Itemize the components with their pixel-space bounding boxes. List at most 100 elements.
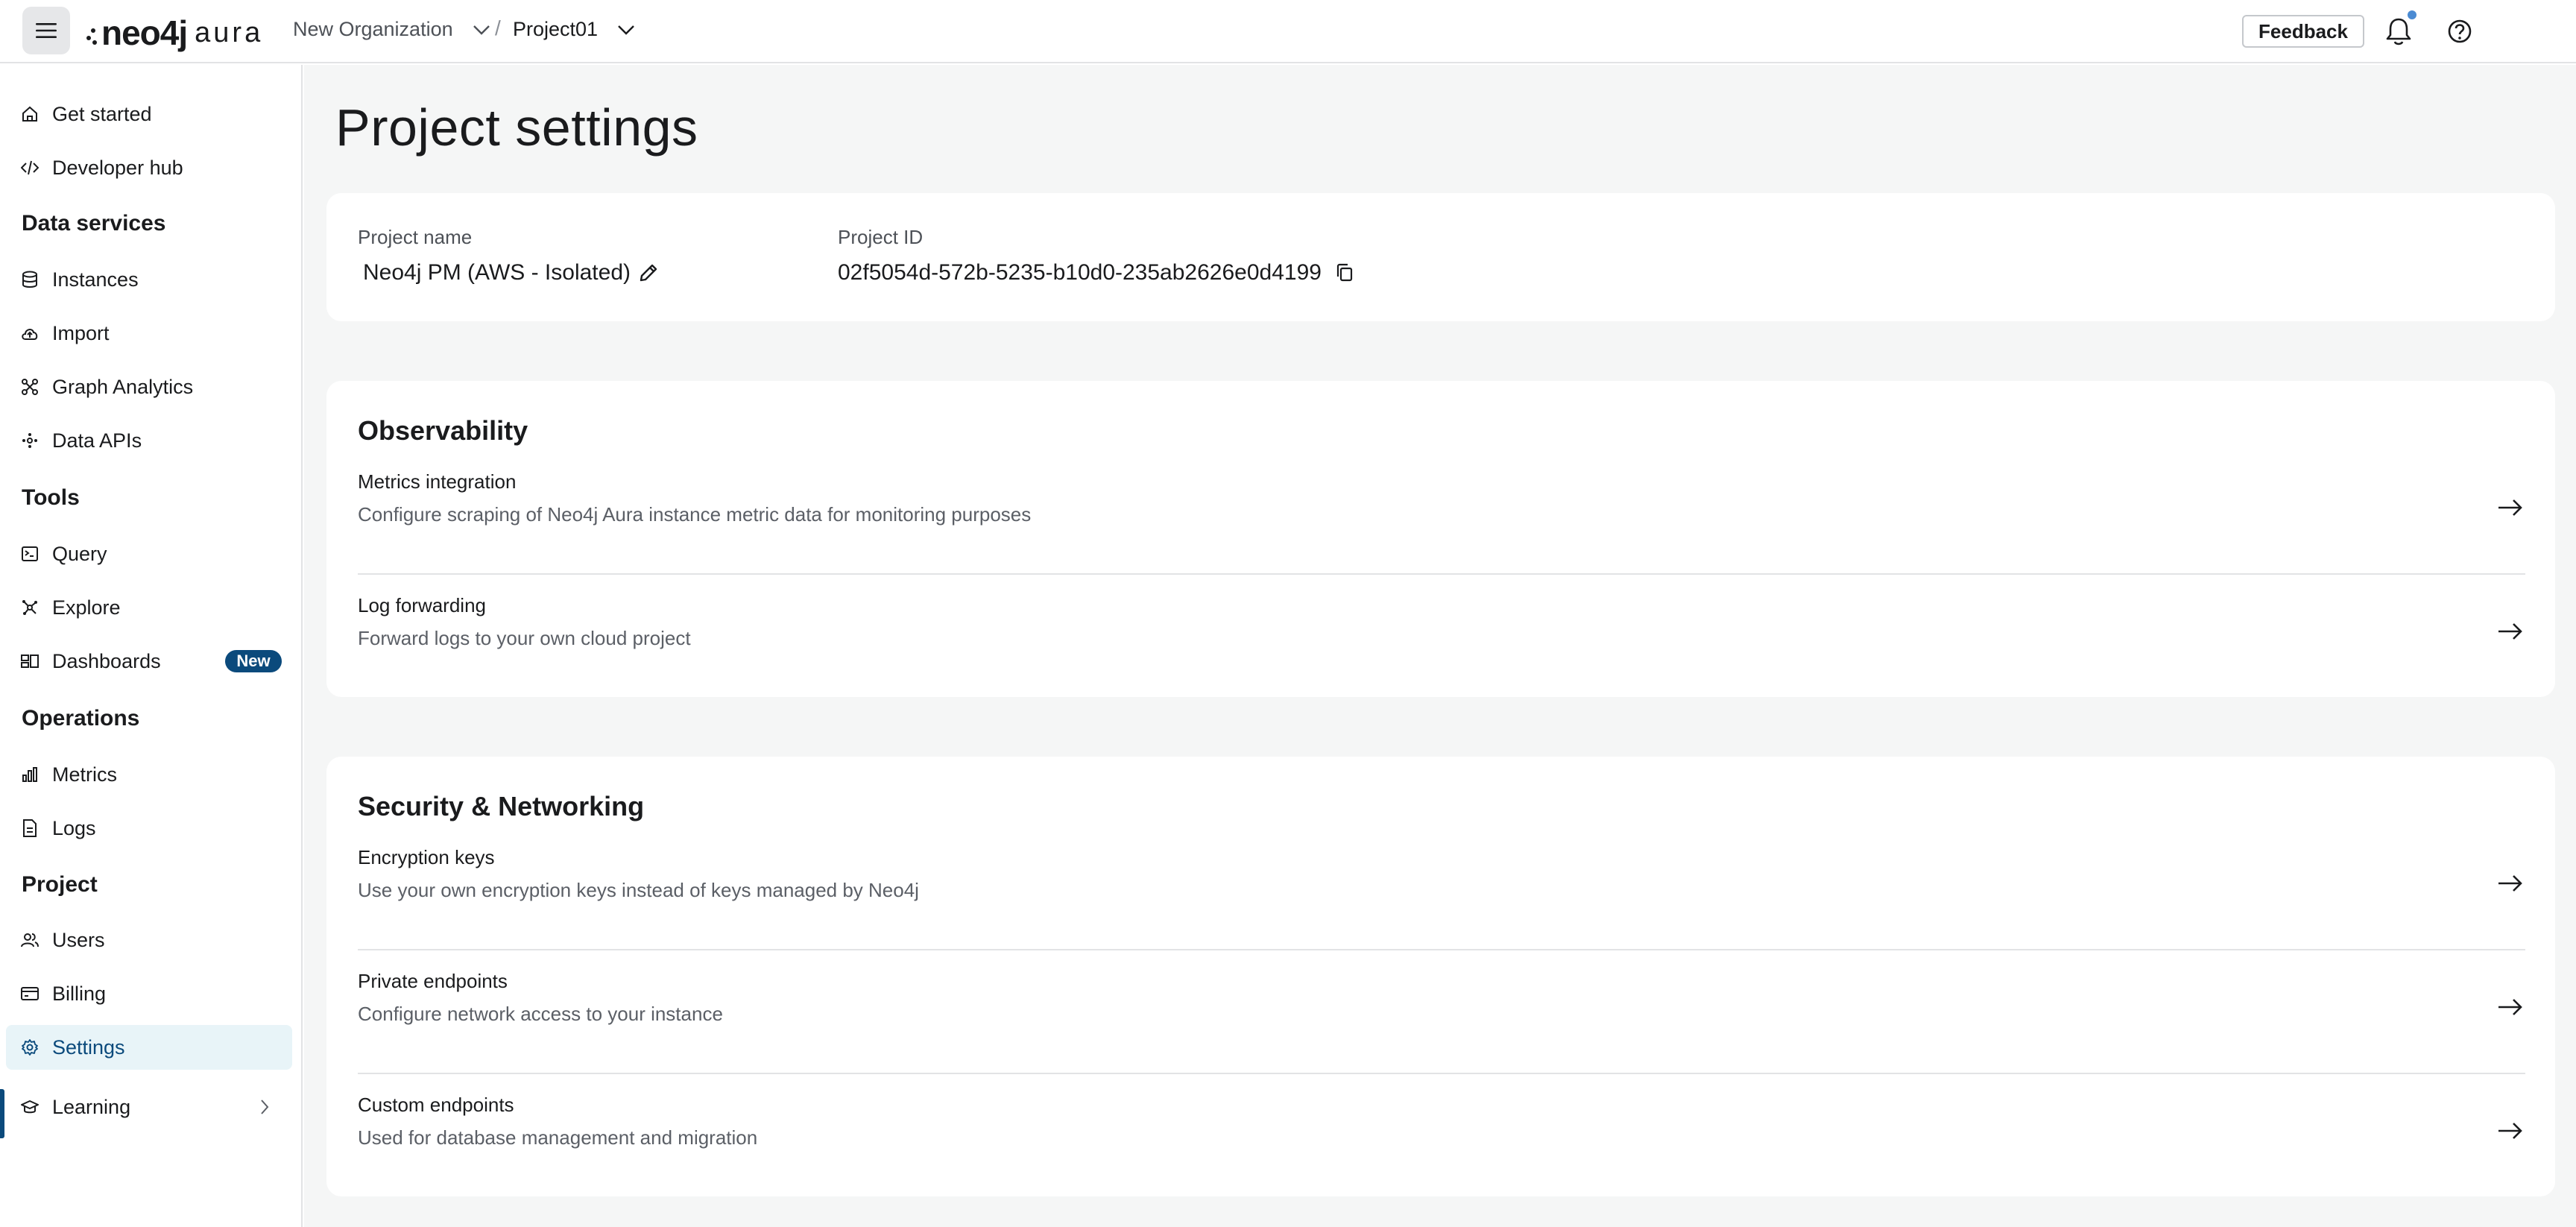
sidebar-item-graph-analytics[interactable]: Graph Analytics (6, 365, 292, 409)
row-description: Configure network access to your instanc… (358, 1003, 723, 1025)
breadcrumb-separator: / (495, 16, 501, 40)
document-icon (23, 819, 37, 837)
project-name-value: Neo4j PM (AWS - Isolated) (363, 260, 631, 285)
sidebar: Get started Developer hub Data services … (0, 65, 303, 1227)
metrics-integration-row[interactable]: Metrics integration Configure scraping o… (358, 451, 2525, 573)
project-info-card: Project name Neo4j PM (AWS - Isolated) P… (326, 193, 2555, 321)
project-selector[interactable]: Project01 (513, 18, 635, 41)
sidebar-item-label: Metrics (52, 763, 117, 786)
observability-card: Observability Metrics integration Config… (326, 381, 2555, 697)
organization-selector[interactable]: New Organization (293, 18, 490, 41)
dashboard-icon (21, 654, 39, 668)
logo-main-text: neo4j (101, 13, 188, 52)
cloud-upload-icon (22, 329, 38, 340)
sidebar-item-instances[interactable]: Instances (6, 257, 292, 302)
sidebar-item-label: Explore (52, 596, 121, 619)
sidebar-item-label: Query (52, 542, 107, 565)
sidebar-item-billing[interactable]: Billing (6, 971, 292, 1016)
sidebar-item-label: Users (52, 928, 105, 951)
section-title-data-services: Data services (22, 211, 166, 236)
neo4j-aura-logo[interactable]: neo4j aura (83, 12, 263, 54)
arrow-right-icon[interactable] (2496, 992, 2525, 1022)
row-title: Encryption keys (358, 846, 495, 868)
row-description: Forward logs to your own cloud project (358, 627, 691, 649)
section-title-project: Project (22, 872, 98, 897)
log-forwarding-row[interactable]: Log forwarding Forward logs to your own … (358, 575, 2525, 697)
chevron-down-icon (473, 25, 490, 35)
new-badge: New (225, 650, 282, 672)
project-name-label: Project name (358, 226, 473, 248)
sidebar-item-developer-hub[interactable]: Developer hub (6, 145, 292, 190)
logo-dots-icon (83, 18, 98, 48)
project-name-field[interactable]: Neo4j PM (AWS - Isolated) (363, 260, 659, 286)
query-icon (22, 546, 38, 561)
section-title-tools: Tools (22, 485, 80, 510)
sidebar-item-label: Learning (52, 1095, 131, 1118)
sidebar-item-label: Settings (52, 1035, 125, 1059)
credit-card-icon (21, 987, 39, 1000)
arrow-right-icon[interactable] (2496, 493, 2525, 523)
logo-sub-text: aura (195, 16, 264, 48)
custom-endpoints-row[interactable]: Custom endpoints Used for database manag… (358, 1074, 2525, 1196)
private-endpoints-row[interactable]: Private endpoints Configure network acce… (358, 950, 2525, 1073)
copy-icon[interactable] (1335, 262, 1354, 283)
sidebar-item-label: Logs (52, 816, 96, 839)
organization-name: New Organization (293, 18, 453, 40)
row-description: Used for database management and migrati… (358, 1126, 758, 1149)
help-icon[interactable] (2445, 15, 2475, 48)
active-indicator (0, 1089, 4, 1138)
row-title: Private endpoints (358, 970, 508, 992)
sidebar-item-data-apis[interactable]: Data APIs (6, 418, 292, 463)
graduation-cap-icon (21, 1100, 39, 1114)
sidebar-item-label: Get started (52, 102, 152, 125)
sidebar-item-query[interactable]: Query (6, 532, 292, 576)
sidebar-item-settings[interactable]: Settings (6, 1025, 292, 1070)
sidebar-item-learning[interactable]: Learning (6, 1085, 292, 1129)
menu-button[interactable] (22, 7, 70, 54)
graph-analytics-icon (22, 379, 38, 395)
sidebar-item-import[interactable]: Import (6, 311, 292, 356)
project-id-field: 02f5054d-572b-5235-b10d0-235ab2626e0d419… (838, 260, 1354, 286)
feedback-button[interactable]: Feedback (2242, 15, 2364, 48)
section-title-operations: Operations (22, 706, 140, 731)
sidebar-item-logs[interactable]: Logs (6, 806, 292, 851)
top-bar: neo4j aura New Organization / Project01 … (0, 0, 2576, 63)
arrow-right-icon[interactable] (2496, 868, 2525, 898)
main-content: Project settings Project name Neo4j PM (… (304, 65, 2576, 1227)
row-title: Custom endpoints (358, 1094, 514, 1116)
project-id-value: 02f5054d-572b-5235-b10d0-235ab2626e0d419… (838, 260, 1322, 285)
sidebar-item-users[interactable]: Users (6, 918, 292, 962)
sidebar-item-label: Developer hub (52, 156, 183, 179)
users-icon (21, 933, 39, 947)
sidebar-item-label: Data APIs (52, 429, 142, 452)
sidebar-item-explore[interactable]: Explore (6, 585, 292, 630)
observability-title: Observability (358, 415, 528, 446)
bar-chart-icon (22, 767, 37, 782)
bell-icon[interactable] (2384, 15, 2414, 48)
row-title: Metrics integration (358, 470, 517, 493)
sidebar-item-label: Billing (52, 982, 107, 1005)
sidebar-item-label: Import (52, 321, 110, 344)
arrow-right-icon[interactable] (2496, 616, 2525, 646)
row-description: Configure scraping of Neo4j Aura instanc… (358, 503, 1032, 526)
encryption-keys-row[interactable]: Encryption keys Use your own encryption … (358, 827, 2525, 949)
security-networking-title: Security & Networking (358, 791, 645, 821)
sidebar-item-label: Graph Analytics (52, 375, 194, 398)
sidebar-item-label: Dashboards (52, 649, 161, 672)
data-api-icon (22, 433, 37, 448)
home-icon (22, 106, 37, 122)
project-id-label: Project ID (838, 226, 924, 248)
gear-icon (22, 1039, 38, 1056)
sidebar-item-get-started[interactable]: Get started (6, 92, 292, 136)
notification-dot (2408, 10, 2416, 19)
page-title: Project settings (335, 98, 698, 157)
arrow-right-icon[interactable] (2496, 1116, 2525, 1146)
row-description: Use your own encryption keys instead of … (358, 879, 919, 901)
sidebar-item-label: Instances (52, 268, 139, 291)
row-title: Log forwarding (358, 594, 486, 616)
database-icon (22, 271, 37, 288)
sidebar-item-metrics[interactable]: Metrics (6, 752, 292, 797)
pencil-icon[interactable] (638, 262, 659, 283)
chevron-right-icon (261, 1100, 269, 1114)
security-networking-card: Security & Networking Encryption keys Us… (326, 757, 2555, 1196)
